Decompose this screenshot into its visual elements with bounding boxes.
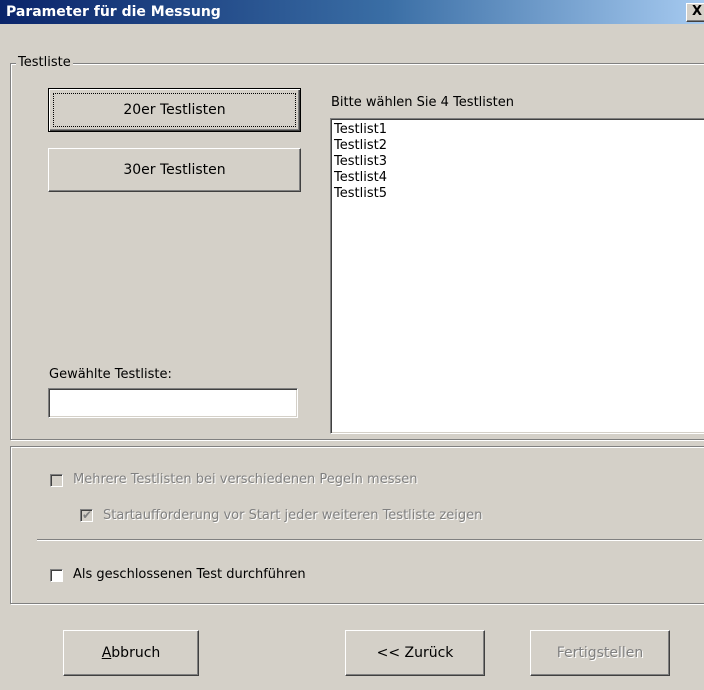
close-button[interactable]: X	[686, 3, 704, 22]
finish-label: Fertigstellen	[556, 645, 644, 661]
testlist-list-label: Bitte wählen Sie 4 Testlisten	[331, 95, 515, 110]
options-separator	[37, 539, 702, 541]
title-bar: Parameter für die Messung X	[0, 0, 704, 24]
start-prompt-checkbox[interactable]: ✔	[80, 508, 93, 522]
window-title: Parameter für die Messung	[6, 4, 221, 20]
30er-testlisten-label: 30er Testlisten	[123, 162, 226, 178]
multi-levels-label: Mehrere Testlisten bei verschiedenen Peg…	[73, 472, 418, 487]
list-item[interactable]: Testlist1	[334, 122, 704, 138]
list-item[interactable]: Testlist4	[334, 170, 704, 186]
testliste-legend: Testliste	[16, 55, 73, 71]
list-item[interactable]: Testlist2	[334, 138, 704, 154]
selected-testlist-label: Gewählte Testliste:	[49, 367, 172, 382]
cancel-button[interactable]: Abbruch	[63, 630, 199, 676]
20er-testlisten-button[interactable]: 20er Testlisten	[48, 88, 301, 132]
start-prompt-label: Startaufforderung vor Start jeder weiter…	[103, 508, 483, 523]
30er-testlisten-button[interactable]: 30er Testlisten	[48, 148, 301, 192]
cancel-label: Abbruch	[101, 645, 161, 661]
list-item[interactable]: Testlist5	[334, 186, 704, 202]
closed-test-checkbox[interactable]	[50, 569, 63, 582]
finish-button[interactable]: Fertigstellen	[530, 630, 670, 676]
checkmark-icon: ✔	[82, 508, 93, 522]
closed-test-label: Als geschlossenen Test durchführen	[73, 567, 306, 582]
back-button[interactable]: << Zurück	[345, 630, 485, 676]
focus-rect	[53, 93, 296, 127]
selected-testlist-field[interactable]	[48, 388, 298, 418]
close-icon: X	[691, 4, 703, 19]
testlist-listbox[interactable]: Testlist1 Testlist2 Testlist3 Testlist4 …	[330, 118, 704, 434]
back-label: << Zurück	[376, 645, 454, 661]
multi-levels-checkbox[interactable]	[50, 474, 63, 487]
list-item[interactable]: Testlist3	[334, 154, 704, 170]
